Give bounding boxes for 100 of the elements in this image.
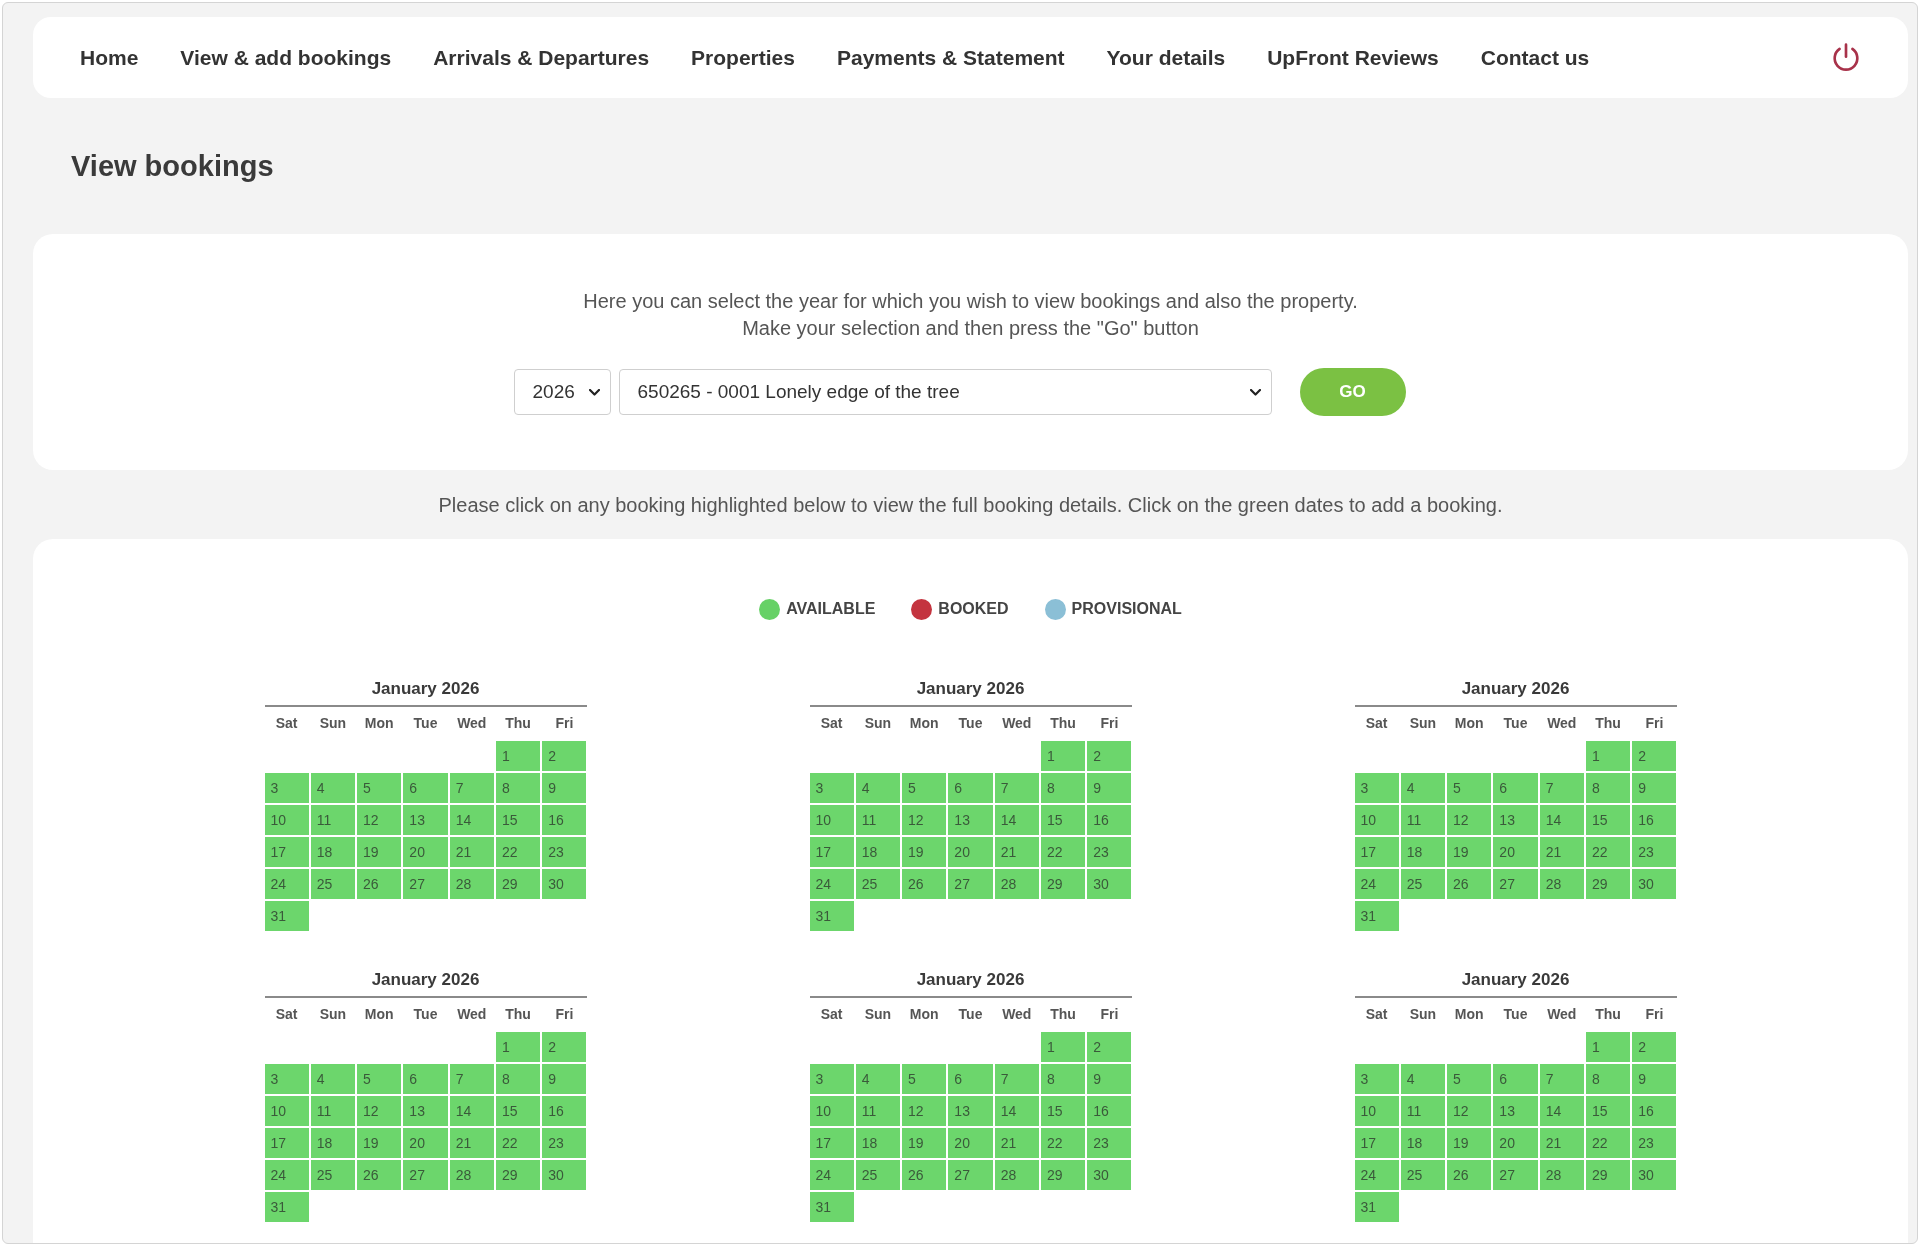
day-cell[interactable]: 30 [1087,869,1132,899]
day-cell[interactable]: 17 [1354,1128,1399,1158]
day-cell[interactable]: 31 [264,1192,309,1222]
day-cell[interactable]: 16 [1632,1096,1677,1126]
day-cell[interactable]: 14 [1539,805,1584,835]
day-cell[interactable]: 28 [1539,869,1584,899]
day-cell[interactable]: 20 [403,1128,448,1158]
day-cell[interactable]: 24 [264,1160,309,1190]
day-cell[interactable]: 27 [1493,869,1538,899]
day-cell[interactable]: 27 [948,869,993,899]
day-cell[interactable]: 6 [1493,773,1538,803]
day-cell[interactable]: 6 [403,773,448,803]
day-cell[interactable]: 12 [357,1096,402,1126]
day-cell[interactable]: 30 [1632,1160,1677,1190]
day-cell[interactable]: 28 [994,1160,1039,1190]
day-cell[interactable]: 20 [948,837,993,867]
nav-link[interactable]: UpFront Reviews [1267,41,1439,74]
day-cell[interactable]: 11 [855,805,901,835]
day-cell[interactable]: 21 [449,1128,494,1158]
day-cell[interactable]: 18 [310,837,356,867]
power-icon[interactable] [1830,41,1862,74]
day-cell[interactable]: 29 [1040,1160,1086,1190]
day-cell[interactable]: 31 [809,901,854,931]
day-cell[interactable]: 27 [403,1160,448,1190]
day-cell[interactable]: 25 [310,1160,356,1190]
day-cell[interactable]: 8 [495,773,541,803]
day-cell[interactable]: 20 [403,837,448,867]
day-cell[interactable]: 4 [310,773,356,803]
day-cell[interactable]: 12 [902,1096,947,1126]
day-cell[interactable]: 19 [1447,1128,1492,1158]
day-cell[interactable]: 9 [1632,773,1677,803]
day-cell[interactable]: 16 [542,805,587,835]
day-cell[interactable]: 8 [495,1064,541,1094]
day-cell[interactable]: 24 [809,869,854,899]
day-cell[interactable]: 18 [310,1128,356,1158]
day-cell[interactable]: 15 [495,805,541,835]
day-cell[interactable]: 11 [1400,805,1446,835]
day-cell[interactable]: 9 [1632,1064,1677,1094]
day-cell[interactable]: 18 [1400,1128,1446,1158]
day-cell[interactable]: 9 [1087,773,1132,803]
day-cell[interactable]: 18 [855,837,901,867]
day-cell[interactable]: 24 [1354,869,1399,899]
day-cell[interactable]: 31 [264,901,309,931]
day-cell[interactable]: 19 [357,1128,402,1158]
day-cell[interactable]: 26 [1447,1160,1492,1190]
day-cell[interactable]: 5 [1447,773,1492,803]
day-cell[interactable]: 29 [495,869,541,899]
day-cell[interactable]: 11 [310,1096,356,1126]
day-cell[interactable]: 30 [1087,1160,1132,1190]
day-cell[interactable]: 22 [1585,837,1631,867]
day-cell[interactable]: 23 [1632,1128,1677,1158]
day-cell[interactable]: 2 [1632,741,1677,771]
day-cell[interactable]: 22 [1040,1128,1086,1158]
day-cell[interactable]: 7 [449,1064,494,1094]
day-cell[interactable]: 5 [357,773,402,803]
day-cell[interactable]: 2 [1632,1032,1677,1062]
day-cell[interactable]: 7 [994,1064,1039,1094]
day-cell[interactable]: 22 [1040,837,1086,867]
day-cell[interactable]: 30 [1632,869,1677,899]
day-cell[interactable]: 13 [1493,1096,1538,1126]
day-cell[interactable]: 29 [1585,869,1631,899]
nav-link[interactable]: View & add bookings [180,41,392,74]
day-cell[interactable]: 24 [1354,1160,1399,1190]
day-cell[interactable]: 23 [1087,837,1132,867]
day-cell[interactable]: 14 [1539,1096,1584,1126]
day-cell[interactable]: 7 [1539,1064,1584,1094]
day-cell[interactable]: 20 [1493,837,1538,867]
day-cell[interactable]: 1 [1585,741,1631,771]
day-cell[interactable]: 11 [855,1096,901,1126]
day-cell[interactable]: 25 [855,869,901,899]
day-cell[interactable]: 1 [1040,741,1086,771]
day-cell[interactable]: 24 [264,869,309,899]
day-cell[interactable]: 4 [1400,1064,1446,1094]
nav-link[interactable]: Home [80,41,139,74]
day-cell[interactable]: 12 [1447,1096,1492,1126]
day-cell[interactable]: 25 [1400,1160,1446,1190]
day-cell[interactable]: 12 [357,805,402,835]
day-cell[interactable]: 4 [1400,773,1446,803]
day-cell[interactable]: 29 [1040,869,1086,899]
day-cell[interactable]: 26 [902,869,947,899]
day-cell[interactable]: 16 [1087,805,1132,835]
year-select[interactable]: 2026 [513,369,611,415]
day-cell[interactable]: 3 [264,773,309,803]
day-cell[interactable]: 16 [1632,805,1677,835]
day-cell[interactable]: 11 [310,805,356,835]
day-cell[interactable]: 5 [357,1064,402,1094]
day-cell[interactable]: 4 [855,1064,901,1094]
day-cell[interactable]: 5 [902,1064,947,1094]
day-cell[interactable]: 28 [449,869,494,899]
day-cell[interactable]: 22 [1585,1128,1631,1158]
day-cell[interactable]: 17 [809,837,854,867]
day-cell[interactable]: 22 [495,1128,541,1158]
day-cell[interactable]: 22 [495,837,541,867]
day-cell[interactable]: 3 [809,773,854,803]
day-cell[interactable]: 7 [1539,773,1584,803]
day-cell[interactable]: 4 [310,1064,356,1094]
day-cell[interactable]: 21 [449,837,494,867]
day-cell[interactable]: 27 [1493,1160,1538,1190]
day-cell[interactable]: 25 [1400,869,1446,899]
day-cell[interactable]: 21 [994,837,1039,867]
